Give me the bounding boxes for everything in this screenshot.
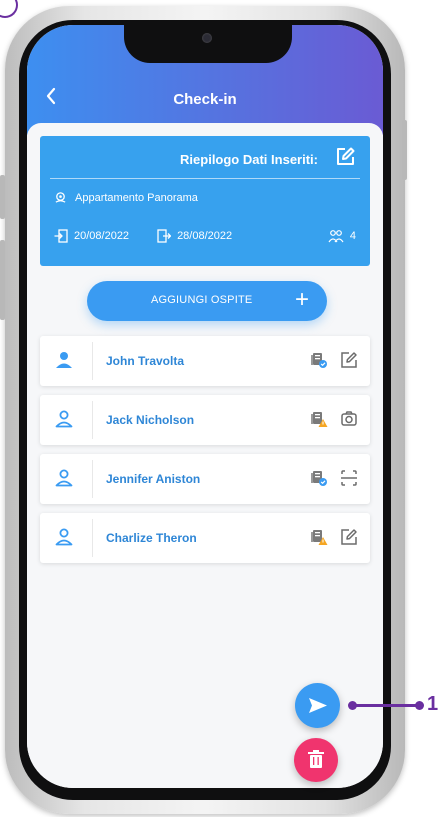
checkin-date-value: 20/08/2022: [74, 230, 130, 242]
document-ok-icon[interactable]: [310, 351, 328, 374]
guest-actions: [310, 528, 358, 551]
corner-decoration: [0, 0, 18, 18]
phone-notch: [124, 25, 292, 63]
plus-icon: +: [294, 286, 309, 313]
add-guest-label: AGGIUNGI OSPITE: [151, 294, 253, 306]
guest-actions: [310, 469, 358, 492]
summary-edit-button[interactable]: [334, 146, 356, 173]
power-button: [402, 120, 407, 180]
guest-name: Charlize Theron: [106, 531, 197, 545]
callout-line: [352, 704, 422, 707]
guest-row[interactable]: John Travolta: [40, 336, 370, 386]
user-outline-icon: [54, 410, 74, 433]
apartment-row: Appartamento Panorama: [54, 191, 198, 204]
camera-icon: [202, 33, 212, 43]
volume-down-button: [0, 240, 5, 320]
callout-dot: [415, 701, 424, 710]
user-filled-icon: [54, 351, 74, 374]
callout-dot: [348, 701, 357, 710]
checkout-date: 28/08/2022: [157, 229, 232, 243]
guest-actions: [310, 351, 358, 374]
delete-button[interactable]: [294, 738, 338, 782]
app-screen: Check-in Riepilogo Dati Inseriti: Appart…: [27, 25, 383, 788]
edit-icon: [337, 147, 355, 165]
door-in-icon: [54, 229, 68, 243]
callout-number: 1: [427, 693, 439, 715]
guests-count: 4: [328, 229, 356, 243]
scan-icon[interactable]: [340, 469, 358, 492]
apartment-name: Appartamento Panorama: [75, 191, 198, 204]
document-warning-icon[interactable]: [310, 410, 328, 433]
people-icon: [328, 230, 344, 243]
page-title: Check-in: [173, 91, 237, 108]
location-icon: [55, 192, 66, 203]
summary-card: Riepilogo Dati Inseriti: Appartamento Pa…: [40, 136, 370, 266]
summary-divider: [50, 178, 360, 179]
guest-name: John Travolta: [106, 354, 185, 368]
row-divider: [92, 519, 93, 557]
guest-name: Jennifer Aniston: [106, 472, 201, 486]
checkout-date-value: 28/08/2022: [177, 230, 233, 242]
document-warning-icon[interactable]: [310, 528, 328, 551]
send-icon: [309, 698, 327, 713]
door-out-icon: [157, 229, 172, 243]
dates-row: 20/08/2022 28/08/2022 4: [54, 229, 356, 243]
add-guest-button[interactable]: AGGIUNGI OSPITE +: [87, 281, 327, 321]
edit-icon[interactable]: [340, 351, 358, 374]
volume-up-button: [0, 175, 5, 219]
row-divider: [92, 342, 93, 380]
camera-icon[interactable]: [340, 410, 358, 433]
user-outline-icon: [54, 469, 74, 492]
trash-icon: [308, 750, 324, 768]
guests-count-value: 4: [349, 230, 356, 242]
guest-row[interactable]: Jennifer Aniston: [40, 454, 370, 504]
send-button[interactable]: [295, 683, 340, 728]
guest-row[interactable]: Jack Nicholson: [40, 395, 370, 445]
edit-icon[interactable]: [340, 528, 358, 551]
row-divider: [92, 460, 93, 498]
document-ok-icon[interactable]: [310, 469, 328, 492]
summary-title: Riepilogo Dati Inseriti:: [180, 152, 318, 167]
guest-row[interactable]: Charlize Theron: [40, 513, 370, 563]
user-outline-icon: [54, 528, 74, 551]
guest-name: Jack Nicholson: [106, 413, 195, 427]
guest-actions: [310, 410, 358, 433]
checkin-date: 20/08/2022: [54, 229, 129, 243]
row-divider: [92, 401, 93, 439]
